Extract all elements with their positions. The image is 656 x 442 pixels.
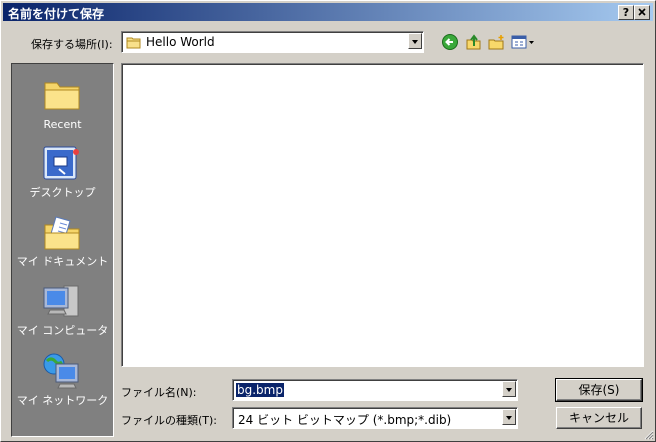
place-desktop-label: デスクトップ [29,186,96,199]
view-menu-icon [511,35,534,49]
network-icon [43,353,79,389]
place-computer-label: マイ コンピュータ [16,324,109,337]
close-icon [638,8,646,16]
resize-grip-icon[interactable] [642,428,654,440]
location-value: Hello World [146,35,215,49]
documents-icon [44,216,80,250]
back-button[interactable] [441,33,459,51]
new-folder-icon [488,35,504,50]
filename-combobox[interactable]: bg.bmp [232,379,518,401]
place-network[interactable]: マイ ネットワーク [12,346,113,412]
new-folder-button[interactable] [488,33,506,51]
help-button[interactable]: ? [618,5,634,20]
computer-icon [43,285,79,317]
place-desktop[interactable]: デスクトップ [12,138,113,204]
place-network-label: マイ ネットワーク [16,394,109,407]
filename-label: ファイル名(N): [121,386,197,399]
cancel-button[interactable]: キャンセル [556,407,642,429]
place-computer[interactable]: マイ コンピュータ [12,276,113,342]
location-select[interactable]: Hello World [121,31,424,53]
filename-input[interactable]: bg.bmp [236,383,284,397]
filetype-value: 24 ビット ビットマップ (*.bmp;*.dib) [238,413,452,427]
back-icon [442,34,458,50]
location-label: 保存する場所(I): [31,38,113,51]
desktop-icon [43,146,79,180]
title-bar[interactable]: 名前を付けて保存 ? [3,3,653,21]
close-button[interactable] [634,5,650,20]
view-menu-button[interactable] [511,33,535,51]
file-list[interactable] [121,63,644,367]
places-bar: Recent デスクトップ マイ ドキュメント マイ コンピュータ マイ ネット… [11,63,114,437]
place-recent[interactable]: Recent [12,68,113,134]
place-recent-label: Recent [43,118,82,131]
window-title: 名前を付けて保存 [8,7,105,21]
filetype-dropdown-button[interactable] [502,409,516,425]
location-dropdown-button[interactable] [408,33,422,49]
up-folder-button[interactable] [465,33,483,51]
recent-folder-icon [44,82,80,110]
filename-dropdown-button[interactable] [502,381,516,397]
save-button[interactable]: 保存(S) [555,378,643,402]
folder-icon [126,37,141,49]
save-as-dialog: 名前を付けて保存 ? 保存する場所(I): Hello World Recent… [0,0,656,442]
up-folder-icon [466,34,481,50]
filetype-select[interactable]: 24 ビット ビットマップ (*.bmp;*.dib) [232,407,518,429]
place-documents-label: マイ ドキュメント [16,255,109,268]
place-documents[interactable]: マイ ドキュメント [12,207,113,273]
filetype-label: ファイルの種類(T): [121,414,218,427]
